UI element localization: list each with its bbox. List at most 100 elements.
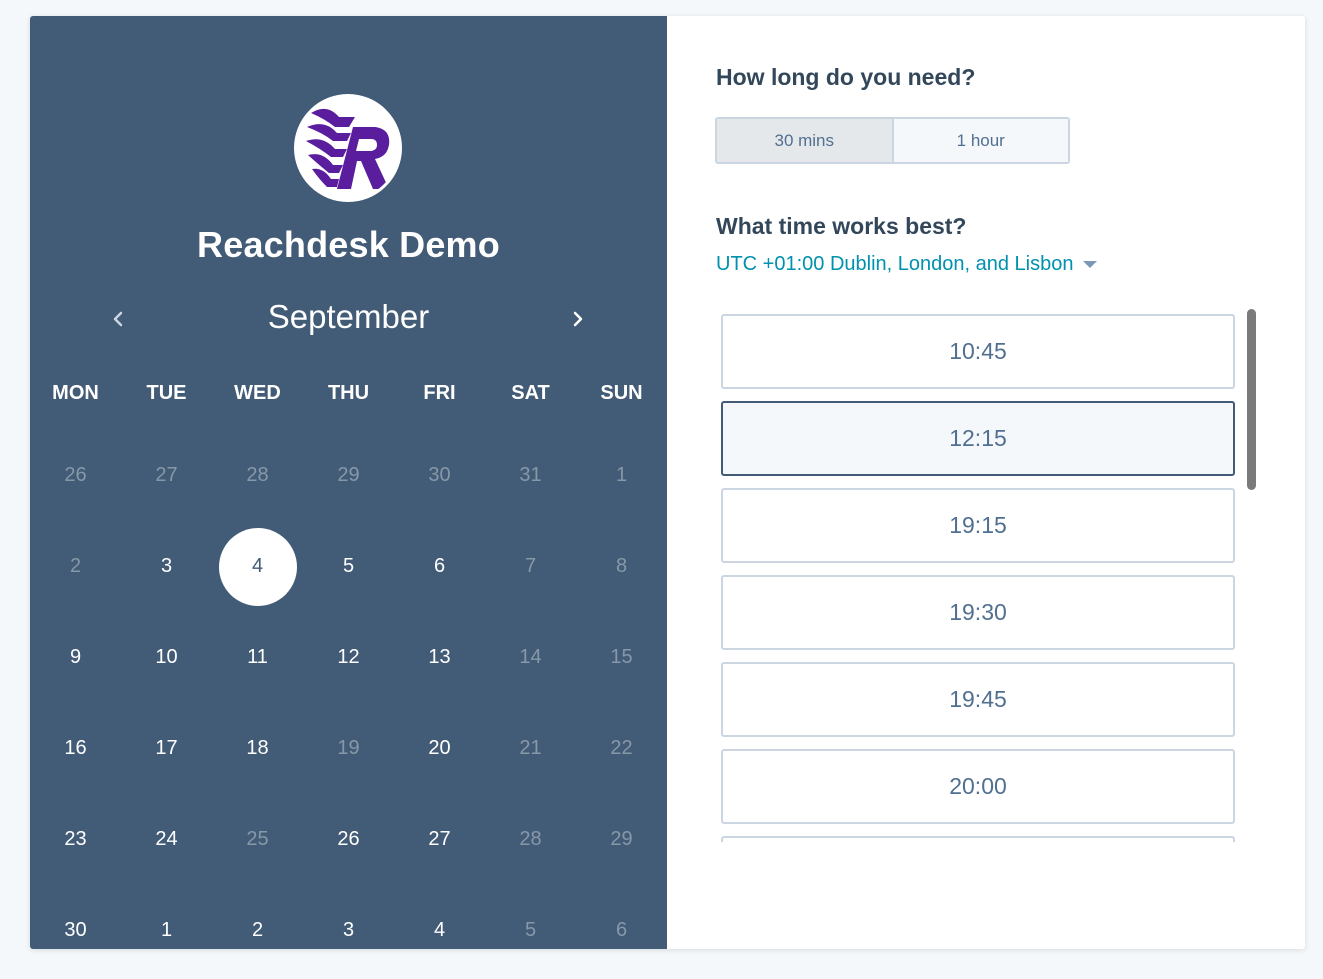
calendar-day-number: 6 [433, 555, 446, 577]
calendar-day: 25 [212, 794, 303, 885]
time-selection-panel: How long do you need? 30 mins 1 hour Wha… [667, 16, 1305, 949]
calendar-day[interactable]: 16 [30, 703, 121, 794]
calendar-day-number: 27 [155, 464, 178, 486]
weekday-label: THU [327, 382, 370, 404]
company-logo [294, 94, 402, 202]
timezone-dropdown[interactable]: UTC +01:00 Dublin, London, and Lisbon [716, 253, 1098, 276]
calendar-day: 28 [485, 794, 576, 885]
slot-list-scrollbar[interactable] [1247, 309, 1256, 490]
calendar-day[interactable]: 26 [303, 794, 394, 885]
calendar-day[interactable]: 30 [30, 885, 121, 949]
calendar-day-number: 1 [160, 919, 173, 941]
calendar-day[interactable]: 27 [394, 794, 485, 885]
calendar-day[interactable]: 10 [121, 612, 212, 703]
calendar-day: 14 [485, 612, 576, 703]
calendar-day[interactable]: 24 [121, 794, 212, 885]
calendar-day-number: 23 [64, 828, 87, 850]
calendar-day-number: 30 [428, 464, 451, 486]
calendar-day-number: 31 [519, 464, 542, 486]
calendar-day-number: 19 [337, 737, 360, 759]
timezone-label: UTC +01:00 Dublin, London, and Lisbon [716, 253, 1074, 275]
calendar-day: 19 [303, 703, 394, 794]
weekday-label: SUN [600, 382, 643, 404]
calendar-day-number: 3 [160, 555, 173, 577]
calendar-day-number: 27 [428, 828, 451, 850]
next-month-button[interactable] [563, 304, 593, 334]
calendar-day-number: 11 [247, 646, 268, 668]
calendar-day[interactable]: 11 [212, 612, 303, 703]
calendar-day[interactable]: 6 [394, 521, 485, 612]
calendar-day: 2 [30, 521, 121, 612]
calendar-day-number: 22 [610, 737, 633, 759]
calendar-day[interactable]: 20 [394, 703, 485, 794]
calendar-day-number: 24 [155, 828, 178, 850]
calendar-day[interactable]: 18 [212, 703, 303, 794]
calendar-day-number: 5 [524, 919, 537, 941]
calendar-day-number: 5 [342, 555, 355, 577]
calendar-day[interactable]: 17 [121, 703, 212, 794]
calendar-day-number: 12 [337, 646, 360, 668]
calendar-day[interactable]: 2 [212, 885, 303, 949]
duration-option-1-hour[interactable]: 1 hour [893, 119, 1068, 162]
calendar-day-number: 9 [69, 646, 82, 668]
month-navigation: September [30, 296, 667, 340]
calendar-day-number: 14 [519, 646, 542, 668]
calendar-day[interactable]: 3 [303, 885, 394, 949]
calendar-day: 1 [576, 430, 667, 521]
time-slot[interactable]: 19:15 [721, 488, 1235, 563]
calendar-day-number: 8 [615, 555, 628, 577]
time-slot[interactable]: 19:45 [721, 662, 1235, 737]
calendar-day-number: 29 [337, 464, 360, 486]
calendar-day: 5 [485, 885, 576, 949]
weekday-label: WED [234, 382, 281, 404]
time-slot-list: 10:45 12:15 19:15 19:30 19:45 20:00 [721, 312, 1237, 842]
calendar-day: 29 [303, 430, 394, 521]
calendar-day[interactable]: 12 [303, 612, 394, 703]
weekday-label: SAT [511, 382, 550, 404]
calendar-day-number: 18 [246, 737, 269, 759]
time-slot[interactable]: 20:00 [721, 749, 1235, 824]
duration-toggle: 30 mins 1 hour [715, 117, 1070, 164]
company-name: Reachdesk Demo [197, 224, 500, 265]
calendar-day-number: 26 [337, 828, 360, 850]
calendar-day: 31 [485, 430, 576, 521]
calendar-day: 29 [576, 794, 667, 885]
weekday-header: MON TUE WED THU FRI SAT SUN [30, 382, 667, 412]
weekday-label: MON [52, 382, 99, 404]
calendar-day: 15 [576, 612, 667, 703]
time-question: What time works best? [716, 213, 967, 239]
calendar-day-number: 2 [251, 919, 264, 941]
calendar-day[interactable]: 13 [394, 612, 485, 703]
calendar-day: 8 [576, 521, 667, 612]
calendar-day-number: 21 [519, 737, 542, 759]
calendar-day-number: 16 [64, 737, 87, 759]
calendar-day-number: 28 [246, 464, 269, 486]
calendar-day: 6 [576, 885, 667, 949]
time-slot[interactable]: 19:30 [721, 575, 1235, 650]
calendar-day[interactable]: 3 [121, 521, 212, 612]
calendar-day[interactable]: 9 [30, 612, 121, 703]
time-slot[interactable] [721, 836, 1235, 842]
calendar-day[interactable]: 1 [121, 885, 212, 949]
duration-option-30-mins[interactable]: 30 mins [717, 119, 894, 162]
calendar-day-number: 15 [610, 646, 633, 668]
reachdesk-logo-icon [306, 108, 390, 189]
calendar-day-number: 26 [64, 464, 87, 486]
chevron-right-icon [573, 311, 583, 327]
calendar-day-number: 29 [610, 828, 633, 850]
calendar-day-number: 17 [155, 737, 178, 759]
calendar-day: 28 [212, 430, 303, 521]
calendar-day[interactable]: 5 [303, 521, 394, 612]
calendar-day-number: 4 [218, 527, 297, 606]
calendar-day: 27 [121, 430, 212, 521]
booking-card: Reachdesk Demo September MON TUE WED THU FRI… [30, 16, 1305, 949]
calendar-day-selected[interactable]: 4 [212, 521, 303, 612]
calendar-panel: Reachdesk Demo September MON TUE WED THU FRI… [30, 16, 667, 949]
calendar-day[interactable]: 23 [30, 794, 121, 885]
time-slot-selected[interactable]: 12:15 [721, 401, 1235, 476]
calendar-day: 30 [394, 430, 485, 521]
calendar-day[interactable]: 4 [394, 885, 485, 949]
calendar-day-number: 13 [428, 646, 451, 668]
time-slot[interactable]: 10:45 [721, 314, 1235, 389]
calendar-day: 26 [30, 430, 121, 521]
